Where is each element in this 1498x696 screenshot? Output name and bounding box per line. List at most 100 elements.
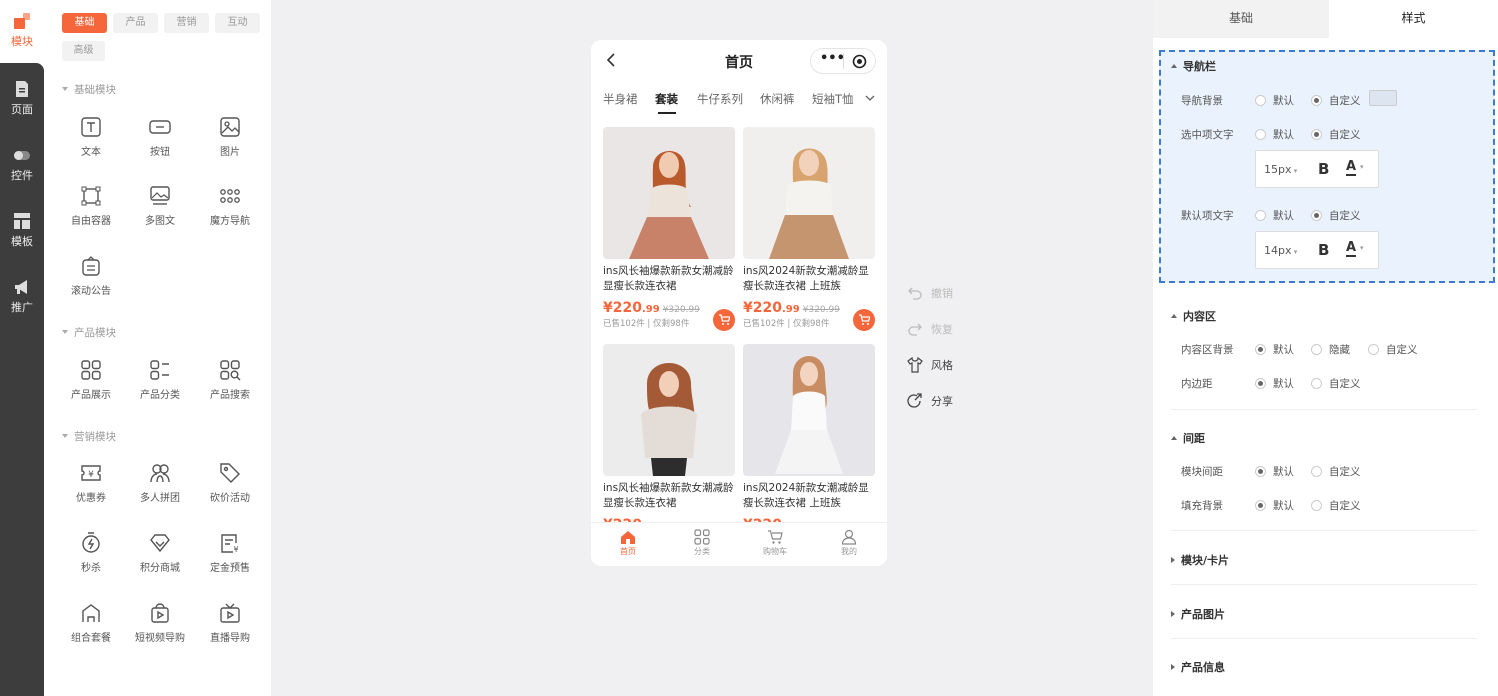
rail-item-controls[interactable]: 控件 bbox=[0, 146, 44, 183]
group-content-area[interactable]: 内容区 bbox=[1171, 308, 1216, 324]
default-text-custom-radio[interactable]: 自定义 bbox=[1311, 208, 1361, 223]
divider bbox=[1171, 409, 1477, 410]
padding-default-radio[interactable]: 默认 bbox=[1255, 376, 1294, 391]
rail-item-page[interactable]: 页面 bbox=[0, 80, 44, 117]
bottom-nav-mine[interactable]: 我的 bbox=[829, 529, 869, 557]
selected-text-custom-radio[interactable]: 自定义 bbox=[1311, 127, 1361, 142]
product-card[interactable]: ins风长袖爆款新款女潮减龄显瘦长款连衣裙 ¥220 bbox=[603, 344, 735, 533]
tab-style[interactable]: 样式 bbox=[1329, 0, 1498, 38]
radio-label: 自定义 bbox=[1329, 129, 1361, 141]
group-product-info[interactable]: 产品信息 bbox=[1171, 659, 1225, 675]
group-product-image[interactable]: 产品图片 bbox=[1171, 606, 1225, 622]
module-cube-nav[interactable]: 魔方导航 bbox=[195, 185, 265, 227]
group-module-card[interactable]: 模块/卡片 bbox=[1171, 552, 1229, 568]
divider bbox=[1171, 584, 1477, 585]
module-product-display[interactable]: 产品展示 bbox=[56, 359, 126, 401]
module-button[interactable]: 按钮 bbox=[125, 116, 195, 158]
add-to-cart-button[interactable] bbox=[853, 309, 875, 331]
nav-bg-custom-radio[interactable]: 自定义 bbox=[1311, 93, 1361, 108]
rail-item-template[interactable]: 模板 bbox=[0, 212, 44, 249]
chevron-down-icon[interactable] bbox=[865, 94, 875, 102]
product-card[interactable]: ins风2024新款女潮减龄显瘦长款连衣裙 上班族 ¥220.99 ¥320.99… bbox=[743, 127, 875, 331]
text-icon bbox=[81, 117, 101, 137]
group-navbar[interactable]: 导航栏 bbox=[1171, 58, 1216, 74]
module-label: 直播导购 bbox=[210, 633, 250, 644]
undo-button[interactable]: 撤销 bbox=[907, 285, 953, 301]
module-product-category[interactable]: 产品分类 bbox=[125, 359, 195, 401]
group-spacing[interactable]: 间距 bbox=[1171, 430, 1205, 446]
module-scroll-notice[interactable]: 滚动公告 bbox=[56, 255, 126, 297]
rail-item-promote[interactable]: 推广 bbox=[0, 278, 44, 315]
chip-marketing[interactable]: 营销 bbox=[164, 13, 209, 33]
padding-custom-radio[interactable]: 自定义 bbox=[1311, 376, 1361, 391]
chip-advanced[interactable]: 高级 bbox=[62, 41, 105, 61]
mini-program-capsule: ••• bbox=[810, 48, 876, 74]
style-button[interactable]: 风格 bbox=[907, 356, 953, 373]
font-color-dropdown-icon[interactable]: ▾ bbox=[1360, 244, 1364, 252]
bottom-nav-cart[interactable]: 购物车 bbox=[755, 529, 795, 557]
module-coupon[interactable]: ¥ 优惠券 bbox=[56, 462, 126, 504]
module-bargain[interactable]: 砍价活动 bbox=[195, 462, 265, 504]
module-spacing-custom-radio[interactable]: 自定义 bbox=[1311, 464, 1361, 479]
font-color-button[interactable]: A bbox=[1346, 160, 1357, 176]
tag-icon bbox=[220, 463, 240, 483]
product-card[interactable]: ins风长袖爆款新款女潮减龄显瘦长款连衣裙 ¥220.99 ¥320.99 已售1… bbox=[603, 127, 735, 331]
default-text-default-radio[interactable]: 默认 bbox=[1255, 208, 1294, 223]
nav-bg-color-swatch[interactable] bbox=[1369, 90, 1397, 106]
tab-basic[interactable]: 基础 bbox=[1153, 0, 1329, 38]
chip-basic[interactable]: 基础 bbox=[62, 13, 107, 33]
radio-label: 默认 bbox=[1273, 210, 1294, 222]
module-short-video[interactable]: 短视频导购 bbox=[125, 602, 195, 644]
selected-font-size-select[interactable]: 15px ▾ bbox=[1264, 163, 1297, 176]
module-flash-sale[interactable]: 秒杀 bbox=[56, 532, 126, 574]
add-to-cart-button[interactable] bbox=[713, 309, 735, 331]
font-color-dropdown-icon[interactable]: ▾ bbox=[1360, 163, 1364, 171]
bottom-nav-category[interactable]: 分类 bbox=[682, 529, 722, 557]
module-group-buy[interactable]: 多人拼团 bbox=[125, 462, 195, 504]
font-color-button[interactable]: A bbox=[1346, 241, 1357, 257]
bold-button[interactable]: B bbox=[1318, 241, 1329, 259]
group-icon bbox=[150, 464, 170, 483]
module-combo-package[interactable]: 组合套餐 bbox=[56, 602, 126, 644]
module-live-stream[interactable]: 直播导购 bbox=[195, 602, 265, 644]
content-bg-default-radio[interactable]: 默认 bbox=[1255, 342, 1294, 357]
module-image[interactable]: 图片 bbox=[195, 116, 265, 158]
module-points-mall[interactable]: 积分商城 bbox=[125, 532, 195, 574]
module-product-search[interactable]: 产品搜索 bbox=[195, 359, 265, 401]
radio-label: 默认 bbox=[1273, 344, 1294, 356]
tab-set[interactable]: 套装 bbox=[655, 91, 678, 107]
module-free-container[interactable]: 自由容器 bbox=[56, 185, 126, 227]
active-tab-indicator bbox=[658, 112, 676, 114]
module-multi-image-text[interactable]: 多图文 bbox=[125, 185, 195, 227]
notice-icon bbox=[82, 256, 100, 276]
stopwatch-icon bbox=[82, 532, 100, 553]
content-bg-hide-radio[interactable]: 隐藏 bbox=[1311, 342, 1350, 357]
bottom-nav-home[interactable]: 首页 bbox=[608, 529, 648, 557]
rail-item-module[interactable]: 模块 bbox=[0, 12, 44, 49]
content-bg-custom-radio[interactable]: 自定义 bbox=[1368, 342, 1418, 357]
tab-denim[interactable]: 牛仔系列 bbox=[697, 91, 743, 107]
tab-skirt[interactable]: 半身裙 bbox=[603, 91, 638, 107]
module-deposit-presale[interactable]: ¥ 定金预售 bbox=[195, 532, 265, 574]
share-icon bbox=[907, 393, 922, 408]
default-font-size-select[interactable]: 14px ▾ bbox=[1264, 244, 1297, 257]
share-button[interactable]: 分享 bbox=[907, 393, 953, 409]
nav-bg-default-radio[interactable]: 默认 bbox=[1255, 93, 1294, 108]
tab-casual-pants[interactable]: 休闲裤 bbox=[760, 91, 795, 107]
fill-bg-default-radio[interactable]: 默认 bbox=[1255, 498, 1294, 513]
chip-interactive[interactable]: 互动 bbox=[215, 13, 260, 33]
redo-button[interactable]: 恢复 bbox=[907, 321, 953, 337]
fill-bg-custom-radio[interactable]: 自定义 bbox=[1311, 498, 1361, 513]
module-text[interactable]: 文本 bbox=[56, 116, 126, 158]
shop-icon bbox=[82, 604, 100, 622]
product-card[interactable]: ins风2024新款女潮减龄显瘦长款连衣裙 上班族 ¥220 bbox=[743, 344, 875, 533]
bold-button[interactable]: B bbox=[1318, 160, 1329, 178]
nav-bg-label: 导航背景 bbox=[1181, 95, 1223, 107]
selected-text-default-radio[interactable]: 默认 bbox=[1255, 127, 1294, 142]
close-target-icon[interactable] bbox=[852, 54, 867, 69]
price-int: ¥220 bbox=[743, 300, 782, 316]
tab-tshirt[interactable]: 短袖T恤 bbox=[812, 91, 854, 107]
more-icon[interactable]: ••• bbox=[820, 51, 845, 66]
chip-product[interactable]: 产品 bbox=[113, 13, 158, 33]
module-spacing-default-radio[interactable]: 默认 bbox=[1255, 464, 1294, 479]
